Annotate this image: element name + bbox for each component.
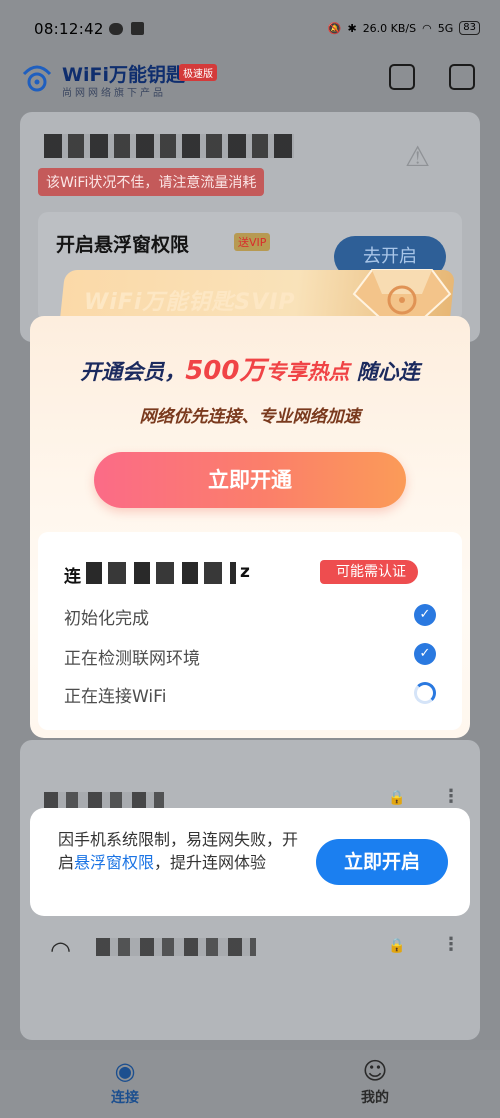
toast-message: 因手机系统限制，易连网失败，开启悬浮窗权限，提升连网体验: [58, 830, 299, 872]
enable-now-button[interactable]: 立即开启: [316, 839, 448, 885]
tab-bar: [0, 1050, 500, 1118]
tab-mine[interactable]: ☺ 我的: [335, 1055, 415, 1107]
tab-mine-label: 我的: [361, 1090, 389, 1106]
tab-connect[interactable]: ◉ 连接: [85, 1055, 165, 1107]
step-initialized: 初始化完成: [64, 609, 149, 629]
wifi-warning-icon: ⚠: [405, 140, 431, 173]
brand-subtitle: 尚网网络旗下产品: [62, 88, 166, 99]
mute-icon: 🔕: [327, 21, 342, 35]
network-name-redacted: [44, 134, 294, 158]
app-notification-icon: [131, 22, 144, 35]
network-warning-tag: 该WiFi状况不佳，请注意流量消耗: [38, 168, 265, 196]
lock-icon: 🔒: [388, 938, 406, 954]
scan-icon[interactable]: [389, 64, 415, 90]
wechat-notification-icon: [109, 23, 123, 35]
battery-indicator: 83: [459, 21, 480, 35]
vip-subheadline: 网络优先连接、专业网络加速: [139, 407, 361, 427]
status-time: 08:12:42: [34, 20, 104, 38]
connecting-label: 连: [64, 567, 81, 587]
float-permission-link[interactable]: 悬浮窗权限: [74, 853, 154, 872]
check-icon: ✓: [414, 604, 436, 626]
float-permission-title: 开启悬浮窗权限: [56, 234, 190, 256]
open-vip-button[interactable]: 立即开通: [94, 452, 406, 508]
step-checking-network: 正在检测联网环境: [64, 649, 200, 669]
check-icon: ✓: [414, 643, 436, 665]
step-connecting-wifi: 正在连接WiFi: [64, 687, 167, 707]
wifi-signal-icon: ◠: [50, 936, 71, 964]
vip-headline: 开通会员，500万专享热点 随心连: [80, 356, 420, 386]
wifi-tab-icon: ◉: [114, 1057, 136, 1085]
brand-name: WiFi万能钥匙: [62, 64, 185, 86]
wifi-status-icon: ◠: [422, 21, 432, 35]
vip-gift-tag: 送VIP: [234, 233, 271, 251]
net-speed: 26.0 KB/S: [362, 21, 417, 35]
speed-edition-badge: 极速版: [179, 64, 217, 81]
auth-required-tag: 可能需认证: [320, 560, 418, 584]
status-indicators: 🔕 ✱ 26.0 KB/S ◠ 5G 83: [328, 21, 480, 35]
more-icon[interactable]: ⋮: [442, 934, 460, 955]
bluetooth-icon: ✱: [347, 21, 357, 35]
loading-spinner-icon: [414, 682, 436, 704]
tab-connect-label: 连接: [111, 1090, 139, 1106]
connecting-network-redacted: [86, 562, 236, 584]
profile-tab-icon: ☺: [362, 1057, 388, 1085]
connecting-label-suffix: z: [240, 562, 250, 582]
network-name-redacted: [96, 938, 256, 956]
toolbox-icon[interactable]: [449, 64, 475, 90]
svip-ribbon-text: WiFi万能钥匙SVIP: [84, 290, 296, 315]
signal-label: 5G: [437, 21, 454, 35]
more-icon[interactable]: ⋮: [442, 786, 460, 807]
wifi-key-logo-icon: [22, 65, 52, 92]
lock-icon: 🔒: [388, 790, 406, 806]
